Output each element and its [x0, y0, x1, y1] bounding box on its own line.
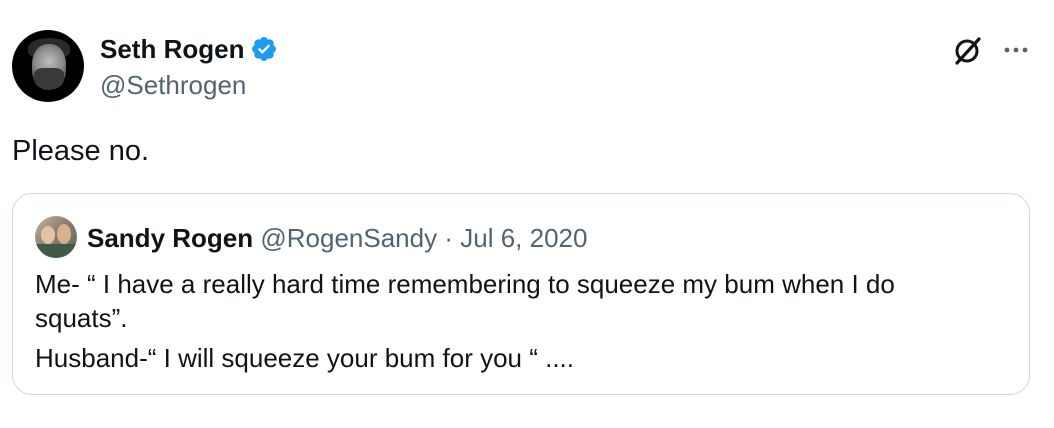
grok-icon[interactable]: [952, 34, 984, 66]
avatar-beard: [34, 68, 64, 90]
tweet[interactable]: Seth Rogen @Sethrogen Please no. Sandy R…: [0, 0, 1054, 428]
author-name[interactable]: Seth Rogen: [100, 33, 244, 65]
avatar-background: [35, 244, 77, 258]
author-name-row[interactable]: Seth Rogen: [100, 33, 278, 65]
author-handle[interactable]: @Sethrogen: [100, 69, 246, 101]
quoted-separator: ·: [444, 223, 454, 253]
quoted-text-line-2: squats”.: [35, 303, 128, 333]
quoted-text-line-1: Me- “ I have a really hard time remember…: [35, 269, 895, 299]
quoted-date[interactable]: Jul 6, 2020: [460, 223, 587, 253]
quoted-tweet[interactable]: Sandy Rogen @RogenSandy · Jul 6, 2020 Me…: [12, 193, 1030, 395]
tweet-text: Please no.: [12, 135, 150, 167]
quoted-author-handle[interactable]: @RogenSandy: [260, 223, 437, 253]
author-avatar[interactable]: [12, 30, 84, 102]
avatar-person-left: [41, 226, 55, 244]
quoted-header: Sandy Rogen @RogenSandy · Jul 6, 2020: [87, 222, 587, 254]
quoted-author-name[interactable]: Sandy Rogen: [87, 223, 253, 253]
verified-badge-icon: [252, 37, 277, 61]
quoted-author-avatar[interactable]: [35, 216, 77, 258]
quoted-text-line-3: Husband-“ I will squeeze your bum for yo…: [35, 343, 575, 373]
more-options-icon[interactable]: [1000, 34, 1032, 66]
avatar-person-right: [57, 224, 71, 244]
